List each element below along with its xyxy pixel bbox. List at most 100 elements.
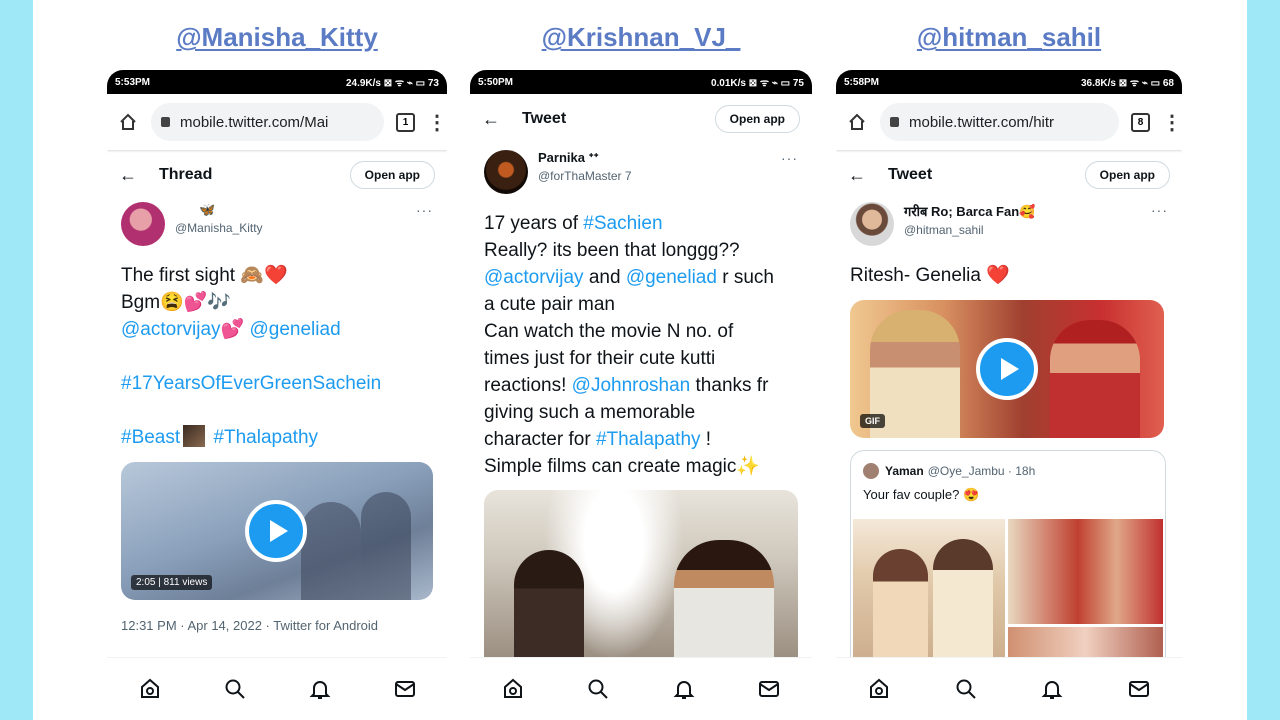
tweet-line: Simple films can create magic✨ xyxy=(484,456,761,477)
play-button-icon[interactable] xyxy=(976,338,1038,400)
tab-switcher-button[interactable]: 1 xyxy=(396,112,415,132)
person-figure xyxy=(514,550,584,660)
home-icon[interactable] xyxy=(117,111,139,133)
avatar[interactable] xyxy=(121,202,165,246)
hashtag-link[interactable]: #Thalapathy xyxy=(596,429,701,450)
home-icon[interactable] xyxy=(846,111,868,133)
address-bar[interactable]: mobile.twitter.com/Mai xyxy=(151,103,384,141)
text-segment: character for xyxy=(484,429,596,450)
mention-link[interactable]: @actorvijay xyxy=(484,267,584,288)
tweet-author: 🦋 @Manisha_Kitty ··· xyxy=(121,202,433,246)
open-app-button[interactable]: Open app xyxy=(714,105,800,133)
more-options-icon[interactable]: ··· xyxy=(781,150,798,166)
username[interactable]: @forThaMaster 7 xyxy=(538,169,781,183)
notifications-nav-icon[interactable] xyxy=(672,677,696,701)
tweet-line: reactions! @Johnroshan thanks fr xyxy=(484,372,800,399)
notifications-nav-icon[interactable] xyxy=(308,677,332,701)
quoted-image-left xyxy=(853,519,1005,671)
quoted-avatar xyxy=(863,463,879,479)
video-player[interactable]: 2:05 | 811 views xyxy=(121,462,433,600)
username[interactable]: @Manisha_Kitty xyxy=(175,221,416,235)
tweet-line: character for #Thalapathy ! xyxy=(484,426,800,453)
tweet-line: times just for their cute kutti xyxy=(484,348,716,369)
tweet-line: @actorvijay and @geneliad r such xyxy=(484,264,800,291)
panel-manisha: @Manisha_Kitty 5:53PM 24.9K/s ⊠ ᯤ ⌁ ▭ 73… xyxy=(107,0,447,720)
header-title: Tweet xyxy=(888,166,933,183)
back-arrow-icon[interactable]: ← xyxy=(482,109,512,130)
back-arrow-icon[interactable]: ← xyxy=(848,165,878,186)
panel-handle: @Krishnan_VJ_ xyxy=(541,22,741,52)
tweet-line: giving such a memorable xyxy=(484,402,696,423)
mention-link[interactable]: @Johnroshan xyxy=(572,375,691,396)
mention-link[interactable]: @geneliad xyxy=(626,267,717,288)
text-segment: thanks fr xyxy=(690,375,769,396)
status-indicators: 24.9K/s ⊠ ᯤ ⌁ ▭ 73 xyxy=(345,78,439,89)
quoted-tweet-header: Yaman @Oye_Jambu · 18h xyxy=(863,463,1035,479)
person-figure xyxy=(933,539,993,671)
search-nav-icon[interactable] xyxy=(586,677,610,701)
person-figure xyxy=(674,540,774,660)
home-nav-icon[interactable] xyxy=(501,677,525,701)
messages-nav-icon[interactable] xyxy=(1127,677,1151,701)
tweet-body: The first sight 🙈❤️ Bgm😫💕🎶 @actorvijay💕 … xyxy=(121,262,435,451)
hashtag-link[interactable]: #Sachien xyxy=(583,213,662,234)
panel-handle: @hitman_sahil xyxy=(916,22,1102,52)
browser-toolbar: mobile.twitter.com/Mai 1 ⋮ xyxy=(107,94,447,150)
text-segment: ! xyxy=(700,429,712,450)
tweet-image[interactable] xyxy=(484,490,798,660)
browser-toolbar: mobile.twitter.com/hitr 8 ⋮ xyxy=(836,94,1182,150)
text-segment: 17 years of xyxy=(484,213,584,234)
mention-link[interactable]: @geneliad xyxy=(250,319,341,340)
panel-handle: @Manisha_Kitty xyxy=(176,22,378,52)
emoji: 💕 xyxy=(220,319,245,340)
hashtag-link[interactable]: #Thalapathy xyxy=(213,427,318,448)
collage-canvas: @Manisha_Kitty 5:53PM 24.9K/s ⊠ ᯤ ⌁ ▭ 73… xyxy=(33,0,1247,720)
bottom-nav xyxy=(470,657,812,720)
beast-emoji-image xyxy=(183,425,206,447)
open-app-button[interactable]: Open app xyxy=(349,161,435,189)
person-figure xyxy=(873,549,928,671)
browser-menu-icon[interactable]: ⋮ xyxy=(427,110,447,135)
notifications-nav-icon[interactable] xyxy=(1040,677,1064,701)
phone-screen: 5:58PM 36.8K/s ⊠ ᯤ ⌁ ▭ 68 mobile.twitter… xyxy=(836,70,1182,720)
open-app-button[interactable]: Open app xyxy=(1084,161,1170,189)
username[interactable]: @hitman_sahil xyxy=(904,223,1151,237)
search-nav-icon[interactable] xyxy=(223,677,247,701)
display-name[interactable]: 🦋 xyxy=(199,202,416,218)
status-bar: 5:50PM 0.01K/s ⊠ ᯤ ⌁ ▭ 75 xyxy=(470,70,812,94)
tweet-line: 17 years of #Sachien xyxy=(484,210,800,237)
mention-link[interactable]: @actorvijay xyxy=(121,319,221,340)
quoted-text: Your fav couple? 😍 xyxy=(863,487,980,502)
quoted-tweet[interactable]: Yaman @Oye_Jambu · 18h Your fav couple? … xyxy=(850,450,1166,672)
avatar[interactable] xyxy=(850,202,894,246)
tweet-line: @actorvijay💕 @geneliad xyxy=(121,316,435,343)
gif-player[interactable]: GIF xyxy=(850,300,1164,438)
tab-switcher-button[interactable]: 8 xyxy=(1131,112,1150,132)
tweet-author: Parnika ᐩᐩ @forThaMaster 7 ··· xyxy=(484,150,798,194)
home-nav-icon[interactable] xyxy=(867,677,891,701)
more-options-icon[interactable]: ··· xyxy=(416,202,433,218)
search-nav-icon[interactable] xyxy=(954,677,978,701)
display-name[interactable]: Parnika ᐩᐩ xyxy=(538,150,781,166)
back-arrow-icon[interactable]: ← xyxy=(119,165,149,186)
avatar[interactable] xyxy=(484,150,528,194)
hashtag-link[interactable]: #Beast xyxy=(121,427,180,448)
home-nav-icon[interactable] xyxy=(138,677,162,701)
tweet-header: ← Tweet Open app xyxy=(470,100,812,138)
status-bar: 5:53PM 24.9K/s ⊠ ᯤ ⌁ ▭ 73 xyxy=(107,70,447,94)
messages-nav-icon[interactable] xyxy=(393,677,417,701)
browser-menu-icon[interactable]: ⋮ xyxy=(1162,110,1182,135)
more-options-icon[interactable]: ··· xyxy=(1151,202,1168,218)
tweet-line: Bgm😫💕🎶 xyxy=(121,292,232,313)
url-text: mobile.twitter.com/hitr xyxy=(909,113,1055,131)
display-name[interactable]: गरीब Ro; Barca Fan🥰 xyxy=(904,202,1151,220)
address-bar[interactable]: mobile.twitter.com/hitr xyxy=(880,103,1119,141)
hashtag-link[interactable]: #17YearsOfEverGreenSachein xyxy=(121,370,435,397)
lock-icon xyxy=(890,117,899,127)
play-button-icon[interactable] xyxy=(245,500,307,562)
text-segment: reactions! xyxy=(484,375,572,396)
messages-nav-icon[interactable] xyxy=(757,677,781,701)
video-figure xyxy=(361,492,411,600)
tweet-header: ← Thread Open app xyxy=(107,154,447,196)
panel-hitman: @hitman_sahil 5:58PM 36.8K/s ⊠ ᯤ ⌁ ▭ 68 … xyxy=(836,0,1182,720)
